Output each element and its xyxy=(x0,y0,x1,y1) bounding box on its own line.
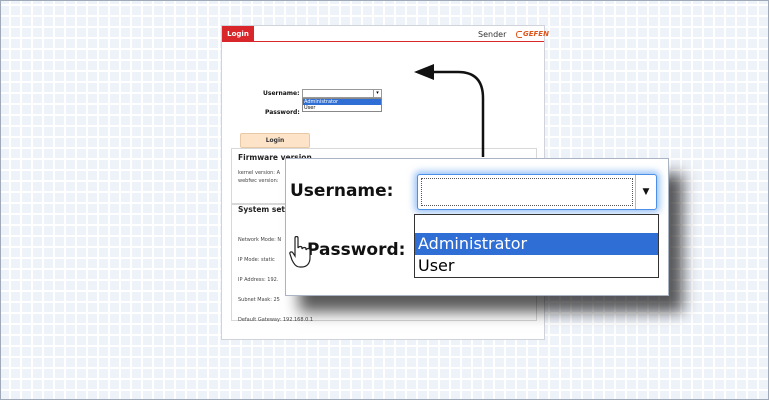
zoom-option-user[interactable]: User xyxy=(415,255,658,277)
zoom-select-focus xyxy=(421,178,633,206)
zoom-option-administrator[interactable]: Administrator xyxy=(415,233,658,255)
zoom-password-label: Password: xyxy=(307,240,406,260)
zoom-username-dropdown: Administrator User xyxy=(414,214,659,278)
zoom-callout: Username: ▼ Password: Administrator User xyxy=(285,158,669,296)
chevron-down-icon[interactable]: ▼ xyxy=(635,175,656,209)
zoom-username-select[interactable]: ▼ xyxy=(417,174,657,210)
mouse-pointer-icon xyxy=(289,236,311,268)
zoom-username-label: Username: xyxy=(290,181,394,201)
